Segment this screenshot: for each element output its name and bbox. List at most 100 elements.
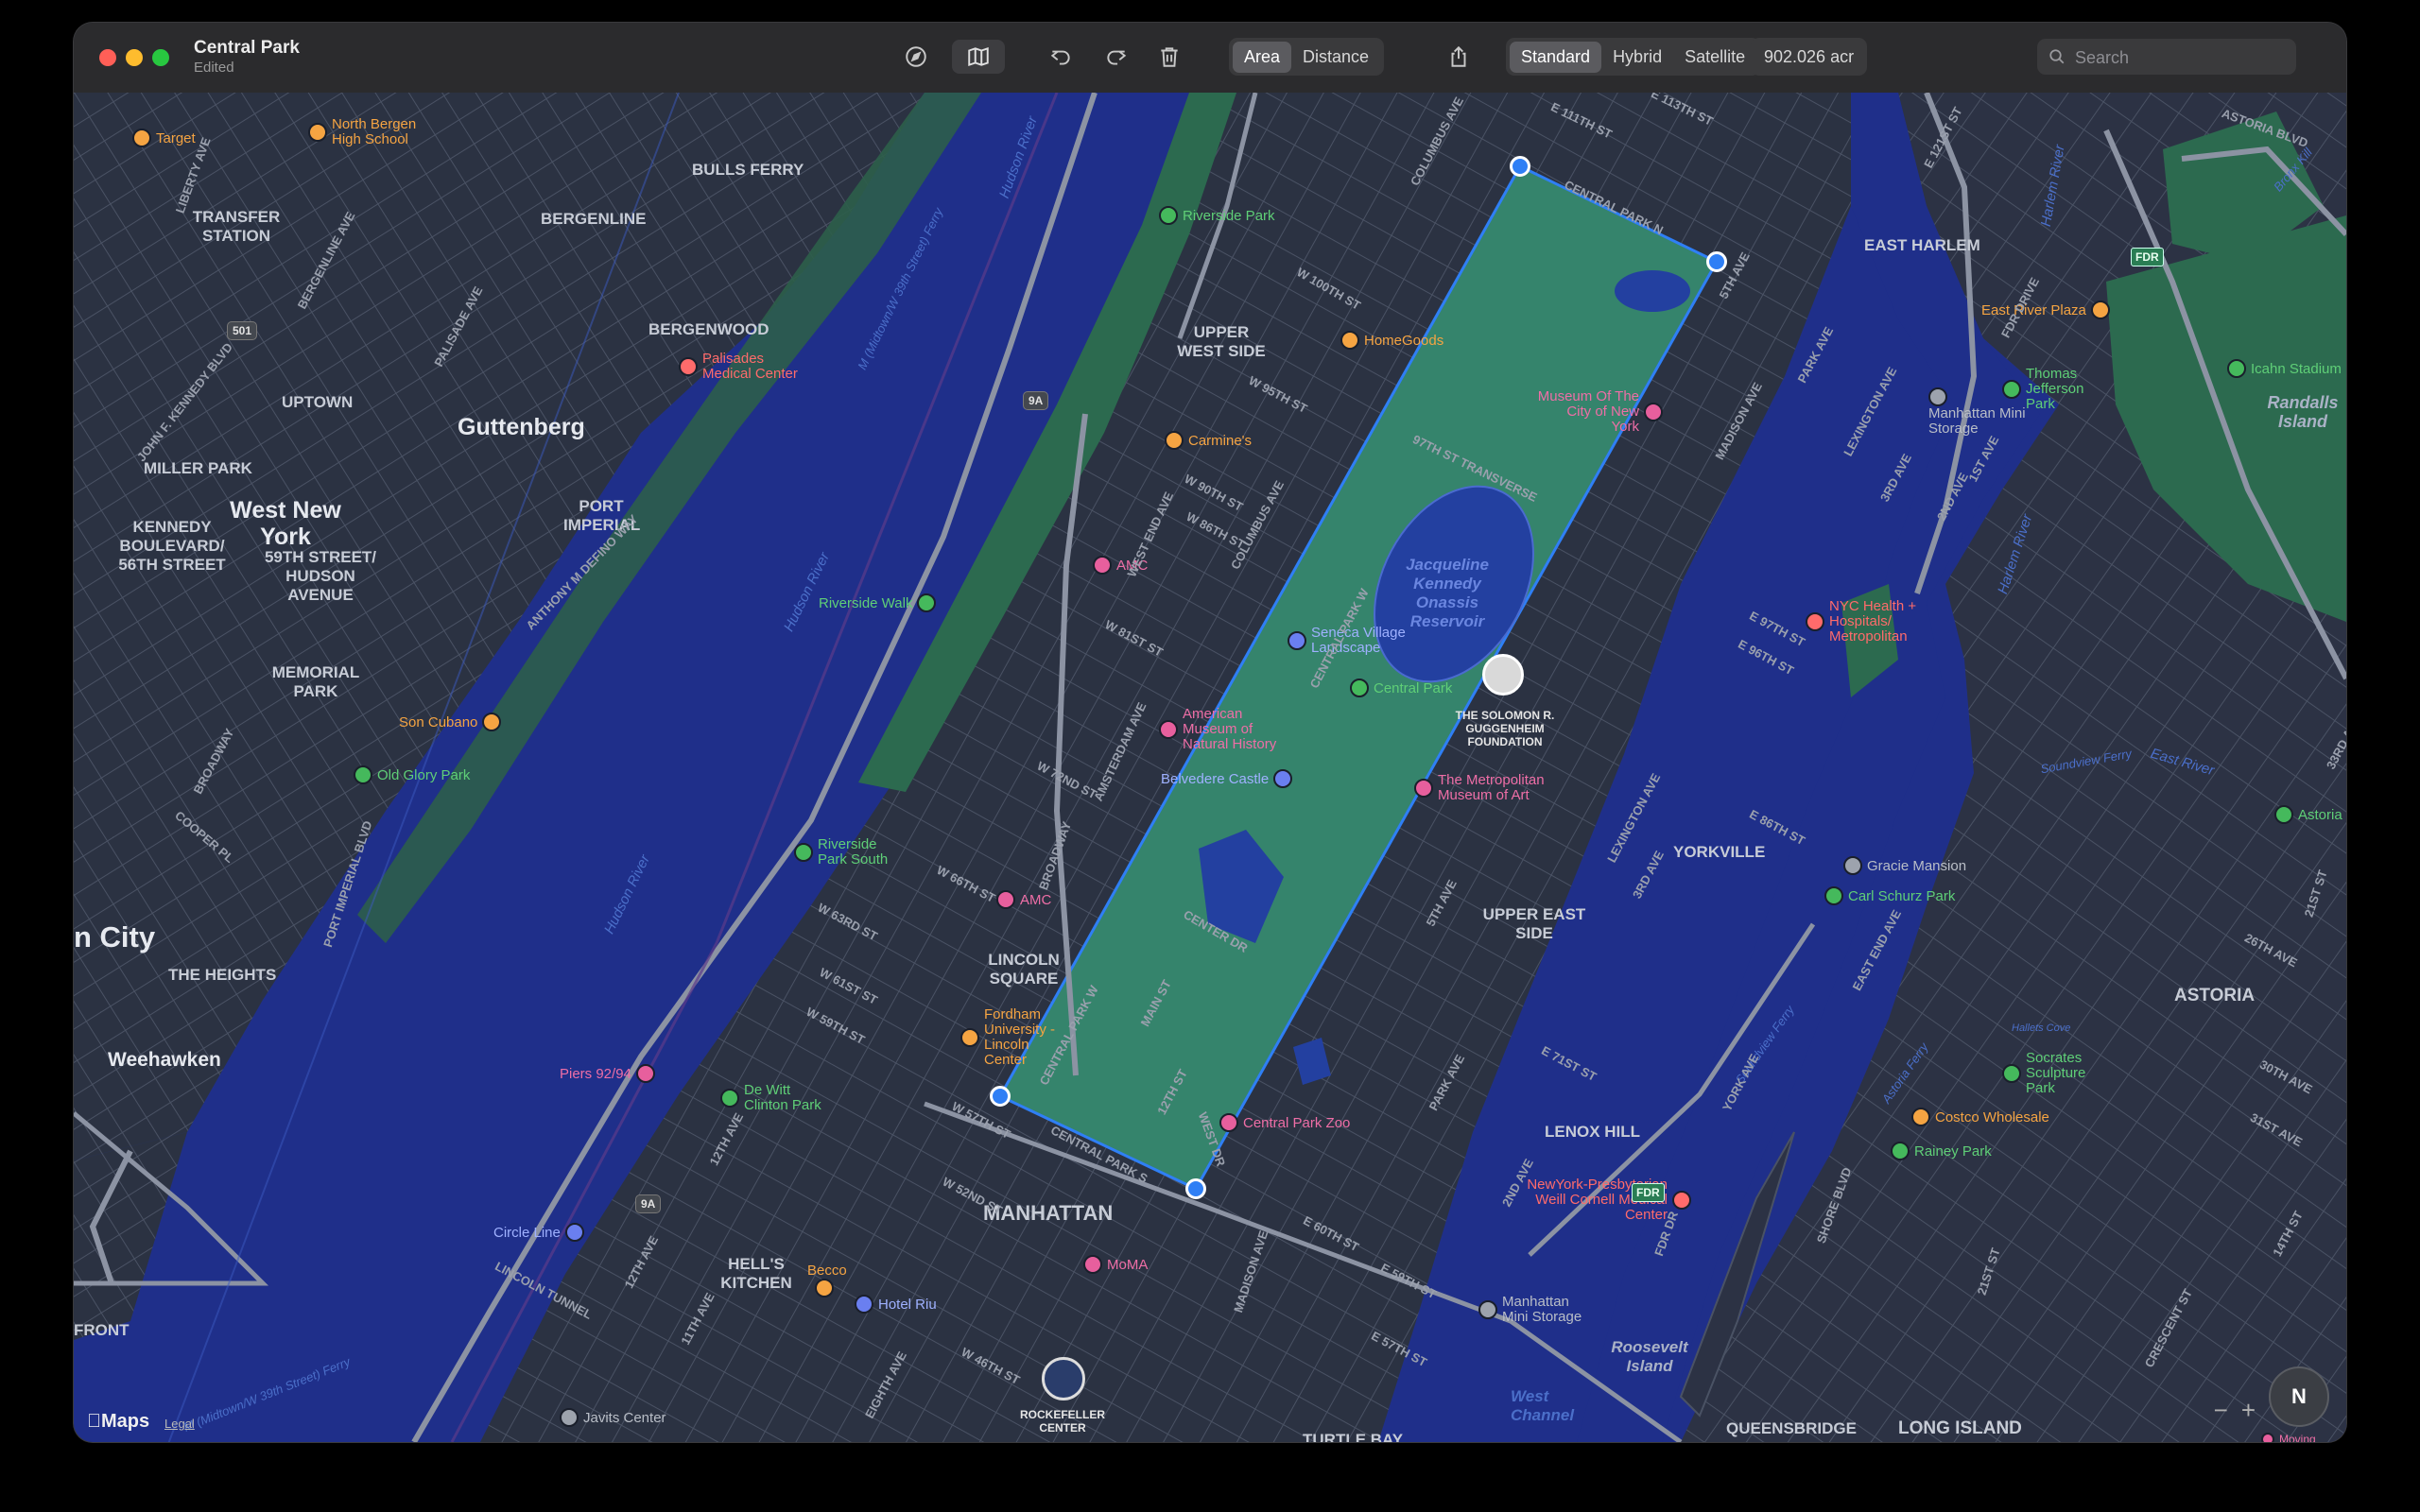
poi-piers-92-94[interactable]: Piers 92/94	[560, 1064, 660, 1083]
route-shield: FDR	[1632, 1183, 1665, 1202]
city-label: West New York	[230, 497, 341, 550]
zoom-in-button[interactable]: +	[2241, 1396, 2256, 1425]
city-label: n City	[74, 920, 156, 954]
map-style-control: Standard Hybrid Satellite	[1506, 38, 1761, 76]
neighborhood-label: LONG ISLAND	[1898, 1418, 2022, 1438]
poi-javits-center[interactable]: Javits Center	[560, 1408, 666, 1427]
neighborhood-label: UPPER EAST SIDE	[1482, 905, 1586, 942]
neighborhood-label: LENOX HILL	[1545, 1123, 1641, 1141]
neighborhood-label: FRONT	[74, 1321, 130, 1339]
water-label: Roosevelt Island	[1611, 1338, 1688, 1375]
neighborhood-label: KENNEDY BOULEVARD/ 56TH STREET	[118, 518, 226, 574]
compass-button[interactable]: N	[2269, 1366, 2329, 1427]
poi-riverside-walk[interactable]: Riverside Walk	[819, 593, 941, 612]
poi-met-museum[interactable]: The Metropolitan Museum of Art	[1414, 773, 1547, 803]
share-icon[interactable]	[1440, 40, 1478, 74]
guggenheim-icon[interactable]	[1482, 654, 1524, 696]
zoom-control: − +	[2214, 1396, 2256, 1425]
water-label: Hallets Cove	[2012, 1022, 2071, 1034]
poi-carmines[interactable]: Carmine's	[1165, 431, 1252, 450]
neighborhood-label: TURTLE BAY	[1303, 1431, 1404, 1442]
neighborhood-label: ASTORIA	[2174, 986, 2256, 1005]
search-input[interactable]	[2073, 39, 2285, 77]
poi-palisades-medical-center[interactable]: Palisades Medical Center	[679, 352, 811, 382]
poi-manhattan-mini-storage-2[interactable]: Manhattan Mini Storage	[1478, 1295, 1582, 1325]
poi-central-park[interactable]: Central Park	[1350, 679, 1452, 697]
poi-astoria-park[interactable]: Astoria P	[2274, 805, 2346, 824]
redo-icon[interactable]	[1098, 40, 1135, 74]
zoom-button[interactable]	[152, 49, 169, 66]
poi-socrates-sculpture-park[interactable]: Socrates Sculpture Park	[2002, 1051, 2116, 1096]
window-subtitle: Edited	[194, 60, 234, 76]
poi-gracie-mansion[interactable]: Gracie Mansion	[1843, 856, 1966, 875]
measure-mode-control: Area Distance	[1229, 38, 1385, 76]
poi-natural-history-museum[interactable]: American Museum of Natural History	[1159, 707, 1301, 752]
poi-guggenheim-label: THE SOLOMON R. GUGGENHEIM FOUNDATION	[1455, 709, 1555, 748]
poi-becco[interactable]: Becco	[807, 1263, 847, 1297]
poi-hotel-riu[interactable]: Hotel Riu	[855, 1295, 937, 1314]
vertex-handle-east[interactable]	[1706, 251, 1727, 272]
poi-riverside-park-south[interactable]: Riverside Park South	[794, 837, 898, 868]
vertex-handle-west[interactable]	[990, 1086, 1011, 1107]
rockefeller-icon[interactable]	[1042, 1357, 1085, 1400]
style-hybrid-button[interactable]: Hybrid	[1601, 42, 1673, 73]
style-standard-button[interactable]: Standard	[1510, 41, 1602, 73]
poi-rockefeller-label: ROCKEFELLER CENTER	[1020, 1408, 1105, 1435]
area-mode-button[interactable]: Area	[1233, 41, 1292, 73]
poi-north-bergen-high-school[interactable]: North Bergen High School	[308, 117, 441, 147]
minimize-button[interactable]	[126, 49, 143, 66]
poi-circle-line[interactable]: Circle Line	[493, 1223, 589, 1242]
map-icon[interactable]	[952, 40, 1005, 74]
undo-icon[interactable]	[1042, 40, 1080, 74]
vertex-handle-south[interactable]	[1185, 1178, 1206, 1199]
poi-east-river-plaza[interactable]: East River Plaza	[1981, 301, 2115, 319]
poi-icahn-stadium[interactable]: Icahn Stadium	[2227, 359, 2342, 378]
poi-nyc-health-metropolitan[interactable]: NYC Health + Hospitals/ Metropolitan	[1806, 599, 1919, 644]
legal-link[interactable]: Legal	[164, 1417, 195, 1431]
zoom-out-button[interactable]: −	[2214, 1396, 2228, 1425]
poi-homegoods[interactable]: HomeGoods	[1340, 331, 1443, 350]
neighborhood-label: QUEENSBRIDGE	[1726, 1419, 1857, 1437]
area-readout: 902.026 acr	[1751, 38, 1868, 76]
poi-central-park-zoo[interactable]: Central Park Zoo	[1219, 1113, 1350, 1132]
maps-logo: Maps	[87, 1411, 149, 1432]
search-icon	[2049, 49, 2065, 64]
poi-moving[interactable]: Moving	[2261, 1433, 2316, 1442]
distance-mode-button[interactable]: Distance	[1291, 42, 1380, 73]
toolbar: Central Park Edited Area Distance Standa…	[74, 23, 2346, 94]
neighborhood-label: BERGENWOOD	[648, 320, 769, 338]
neighborhood-label: MILLER PARK	[144, 459, 252, 477]
poi-dewitt-clinton-park[interactable]: De Witt Clinton Park	[720, 1083, 824, 1113]
trash-icon[interactable]	[1150, 40, 1188, 74]
poi-manhattan-mini-storage-1[interactable]: Manhattan Mini Storage	[1928, 387, 2032, 437]
maps-window: Central Park Edited Area Distance Standa…	[74, 23, 2346, 1442]
map-canvas[interactable]: BULLS FERRY BERGENLINE TRANSFER STATION …	[74, 93, 2346, 1442]
poi-carl-schurz-park[interactable]: Carl Schurz Park	[1824, 886, 1955, 905]
neighborhood-label: LINCOLN SQUARE	[988, 951, 1060, 988]
route-shield: 9A	[1023, 391, 1049, 410]
city-label: Guttenberg	[458, 414, 585, 440]
compass-icon[interactable]	[897, 40, 935, 74]
poi-riverside-park[interactable]: Riverside Park	[1159, 206, 1275, 225]
style-satellite-button[interactable]: Satellite	[1673, 42, 1756, 73]
poi-museum-city-of-new-york[interactable]: Museum Of The City of New York	[1535, 389, 1668, 435]
close-button[interactable]	[99, 49, 116, 66]
neighborhood-label: UPPER WEST SIDE	[1177, 323, 1266, 360]
neighborhood-label: MEMORIAL PARK	[271, 663, 360, 700]
poi-amc-2[interactable]: AMC	[996, 890, 1051, 909]
water-label: Randalls Island	[2267, 393, 2339, 431]
poi-son-cubano[interactable]: Son Cubano	[399, 713, 506, 731]
compass-label: N	[2291, 1384, 2307, 1408]
vertex-handle-north[interactable]	[1510, 156, 1530, 177]
route-shield: FDR	[2131, 248, 2164, 266]
poi-costco-wholesale[interactable]: Costco Wholesale	[1911, 1108, 2049, 1126]
neighborhood-label: THE HEIGHTS	[168, 966, 277, 984]
search-field[interactable]	[2037, 39, 2296, 77]
poi-target[interactable]: Target	[132, 129, 196, 147]
poi-belvedere-castle[interactable]: Belvedere Castle	[1161, 769, 1297, 788]
poi-moma[interactable]: MoMA	[1083, 1255, 1148, 1274]
poi-old-glory-park[interactable]: Old Glory Park	[354, 765, 470, 784]
poi-rainey-park[interactable]: Rainey Park	[1891, 1142, 1992, 1160]
neighborhood-label: TRANSFER STATION	[192, 208, 281, 245]
neighborhood-label: HELL'S KITCHEN	[720, 1255, 792, 1292]
